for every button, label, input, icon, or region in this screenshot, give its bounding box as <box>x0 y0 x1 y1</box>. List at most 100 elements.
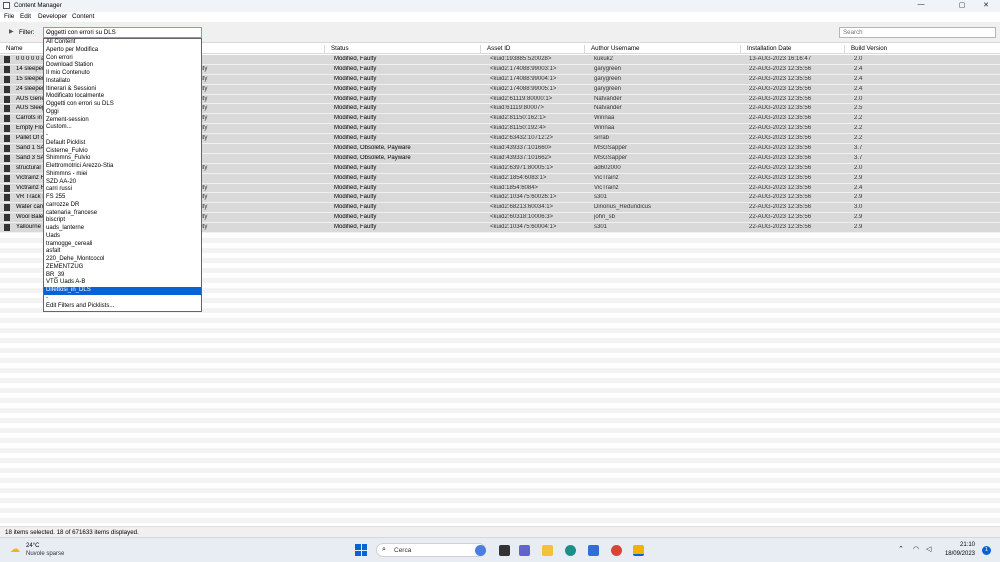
filter-select[interactable]: Oggetti con errori su DLS ⌄ <box>43 27 202 38</box>
asset-build: 2.2 <box>854 115 863 122</box>
dropdown-option[interactable]: FS 255 <box>44 194 201 202</box>
asset-build: 2.4 <box>854 85 863 92</box>
dropdown-option[interactable]: SZD AA-20 <box>44 179 201 187</box>
column-asset-id[interactable]: Asset ID <box>480 45 510 54</box>
asset-icon <box>4 194 10 202</box>
dropdown-option[interactable]: carrozze DR <box>44 202 201 210</box>
asset-build: 2.0 <box>854 56 863 62</box>
search-input[interactable] <box>839 27 996 38</box>
dropdown-option[interactable]: Oggetti con errori su DLS <box>44 101 201 109</box>
dropdown-option[interactable]: 220_Dehe_Montcocol <box>44 256 201 264</box>
status-bar: 18 items selected. 18 of 671633 items di… <box>0 526 1000 537</box>
column-installation-date[interactable]: Installation Date <box>740 45 791 54</box>
chat-icon[interactable] <box>519 545 530 556</box>
asset-name: 24 sleeper <box>16 85 45 92</box>
asset-id: <kuid:61119:80007> <box>490 105 544 112</box>
dropdown-option[interactable]: Con errori <box>44 55 201 63</box>
notification-badge[interactable]: 1 <box>982 546 991 555</box>
asset-id: <kuid2:1854:6083:1> <box>490 174 547 181</box>
dropdown-option[interactable]: Zement-session <box>44 117 201 125</box>
volume-icon[interactable]: ◁ <box>926 545 931 553</box>
minimize-button[interactable]: — <box>911 1 931 8</box>
dropdown-option[interactable]: Difettosi_in_DLS <box>44 287 201 295</box>
dropdown-option[interactable]: Shimmns_Fulvio <box>44 155 201 163</box>
asset-name: VR Track B <box>16 194 46 201</box>
asset-status: Modified, Faulty <box>334 105 377 112</box>
weather-temp[interactable]: 24°C <box>26 543 39 549</box>
dropdown-option[interactable]: Installato <box>44 78 201 86</box>
asset-build: 2.9 <box>854 214 863 221</box>
asset-icon <box>4 145 10 153</box>
wifi-icon[interactable]: ◠ <box>913 545 919 553</box>
asset-id: <kuid:1854:6084> <box>490 184 539 191</box>
dropdown-option[interactable]: Uads <box>44 233 201 241</box>
dropdown-option[interactable]: catenaria_francese <box>44 210 201 218</box>
asset-id: <kuid2:103475:60026:1> <box>490 194 557 201</box>
taskbar-search-label: Cerca <box>394 547 412 554</box>
asset-author: john_sb <box>594 214 616 221</box>
menu-edit[interactable]: Edit <box>20 13 31 20</box>
dropdown-option[interactable]: Aperto per Modifica <box>44 47 201 55</box>
asset-date: 22-AUG-2023 12:35:56 <box>749 184 812 191</box>
expand-arrow-icon[interactable]: ▶ <box>9 28 14 35</box>
maximize-button[interactable]: ▢ <box>952 1 972 9</box>
asset-name: Sand 3 SA <box>16 154 45 161</box>
dropdown-option[interactable]: uads_lanterne <box>44 225 201 233</box>
asset-date: 22-AUG-2023 12:35:56 <box>749 174 812 181</box>
chevron-up-icon[interactable]: ⌃ <box>898 545 904 553</box>
edge-icon[interactable] <box>565 545 576 556</box>
chevron-down-icon[interactable]: ⌄ <box>46 28 198 35</box>
clock-time[interactable]: 21:10 <box>945 542 975 548</box>
dropdown-option[interactable]: Default Picklist <box>44 140 201 148</box>
asset-icon <box>4 85 10 93</box>
start-button[interactable] <box>355 544 367 556</box>
asset-build: 3.7 <box>854 154 863 161</box>
dropdown-option[interactable]: biscript <box>44 217 201 225</box>
dropdown-option[interactable]: ZEMENTZUG <box>44 264 201 272</box>
task-view-icon[interactable] <box>499 545 510 556</box>
asset-author: garygreen <box>594 85 622 92</box>
weather-icon[interactable]: ☁ <box>10 544 22 555</box>
column-name[interactable]: Name <box>0 45 23 54</box>
dropdown-option[interactable]: Custom... <box>44 124 201 132</box>
asset-build: 3.0 <box>854 204 863 211</box>
clock-date[interactable]: 18/09/2023 <box>937 551 975 557</box>
dropdown-option[interactable]: Cisterne_Fulvio <box>44 148 201 156</box>
dropdown-option[interactable]: Itinerari & Sessioni <box>44 86 201 94</box>
column-author[interactable]: Author Username <box>584 45 640 54</box>
dropdown-option[interactable]: Oggi <box>44 109 201 117</box>
dropdown-option[interactable]: Download Station <box>44 62 201 70</box>
dropdown-option[interactable]: Shimmns - miei <box>44 171 201 179</box>
asset-author: Dinorius_Redundicus <box>594 204 652 211</box>
dropdown-option[interactable]: Il mio Contenuto <box>44 70 201 78</box>
file-explorer-icon[interactable] <box>542 545 553 556</box>
column-status[interactable]: Status <box>324 45 349 54</box>
bing-icon[interactable] <box>475 545 486 556</box>
dropdown-option[interactable]: VTG Uads A-B <box>44 279 201 287</box>
menu-content[interactable]: Content <box>72 13 94 20</box>
dropdown-option[interactable]: Edit Filters and Picklists... <box>44 303 201 311</box>
dropdown-option[interactable]: BR_39 <box>44 272 201 280</box>
taskbar-search[interactable]: ⌕ Cerca <box>376 543 486 557</box>
chrome-icon[interactable] <box>611 545 622 556</box>
menu-file[interactable]: File <box>4 13 14 20</box>
trainz-icon[interactable] <box>633 545 644 556</box>
asset-id: <kuid2:174088:99005:1> <box>490 85 557 92</box>
dropdown-option[interactable]: All Content <box>44 39 201 47</box>
weather-condition[interactable]: Nuvole sparse <box>26 551 64 557</box>
asset-author: s301 <box>594 224 608 231</box>
dropdown-option[interactable]: asfalt <box>44 248 201 256</box>
dropdown-option[interactable]: Modificato localmente <box>44 93 201 101</box>
asset-id: <kuid2:61119:80000:1> <box>490 95 553 102</box>
menu-developer[interactable]: Developer <box>38 13 67 20</box>
dropdown-option[interactable]: tramogge_cereali <box>44 241 201 249</box>
store-icon[interactable] <box>588 545 599 556</box>
asset-icon <box>4 204 10 212</box>
dropdown-option[interactable]: Elettromotrici Arezzo-Stia <box>44 163 201 171</box>
asset-icon <box>4 105 10 113</box>
dropdown-option[interactable]: carri russi <box>44 186 201 194</box>
asset-build: 2.0 <box>854 95 863 102</box>
column-build-version[interactable]: Build Version <box>844 45 887 54</box>
asset-build: 2.4 <box>854 65 863 72</box>
close-button[interactable]: ✕ <box>976 1 996 9</box>
